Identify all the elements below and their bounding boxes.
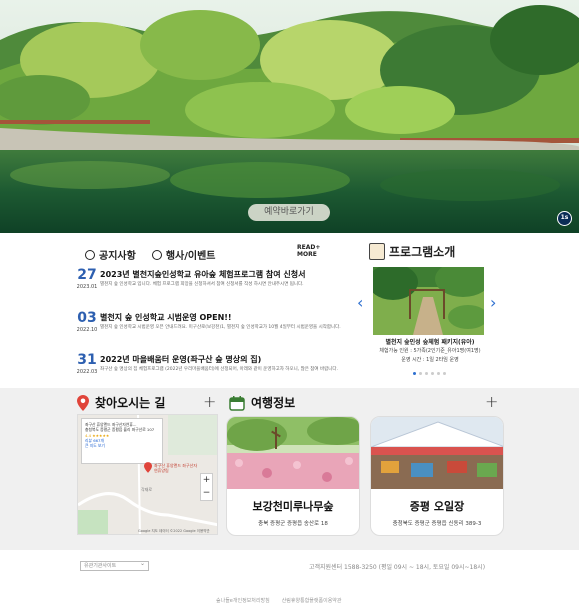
location-map[interactable]: 좌구산 휴양랜드 좌구산자연휴... 충청북도 증평군 증평읍 율리 좌구산로 … [77,414,218,535]
hero-banner: 예약바로가기 1s [0,0,579,233]
program-capacity: 체험가능 인원 : 5가족(2인기준_유아1명(여1명) [379,348,481,354]
tab-notice-label: 공지사항 [99,251,136,262]
terms-link[interactable]: 산림휴양통합플랫폼이용약관 [282,597,342,604]
hero-landscape-image [0,0,579,233]
news-title: 2022년 마을배움터 운영(좌구산 숲 명상의 집) [100,355,262,364]
map-place-address: 충청북도 증평군 증평읍 율리 좌구산로 107 [85,427,155,433]
footer-links: 숲나들e개인정보처리방침 산림휴양통합플랫폼이용약관 [216,597,342,604]
reservation-button[interactable]: 예약바로가기 [248,204,330,221]
map-zoom-control[interactable]: + − [200,473,213,501]
travel-card-address: 충북 증평군 증평읍 송산로 18 [258,521,328,527]
travel-card-title: 보강천미루나무숲 [252,500,334,513]
slide-dots [413,372,446,375]
travel-card-photo [371,417,503,489]
location-pin-icon [77,394,89,411]
news-day: 31 [77,352,97,368]
map-larger-link[interactable]: 큰 지도 보기 [85,443,159,448]
travel-card-title: 증평 오일장 [409,500,465,513]
prev-arrow-icon[interactable]: ‹ [357,293,363,312]
customer-center-info: 고객지원센터 1588-3250 (평일 09시 ~ 18시, 토요일 09시~… [309,564,486,571]
next-arrow-icon[interactable]: › [490,293,496,312]
circle-icon [151,249,162,260]
travel-card-photo [227,417,359,489]
travel-heading-label: 여행정보 [251,396,296,410]
travel-card[interactable]: 보강천미루나무숲 충북 증평군 증평읍 송산로 18 [226,416,360,536]
tab-events[interactable]: 행사/이벤트 [151,247,216,262]
directions-heading-label: 찾아오시는 길 [95,396,166,410]
travel-heading: 여행정보 [229,394,295,411]
map-info-card: 좌구산 휴양랜드 좌구산자연휴... 충청북도 증평군 증평읍 율리 좌구산로 … [81,418,163,464]
news-desc: 별천지 숲 인성학교 입니다. 체험 프로그램 희망을 신청하셔서 참여 신청서… [100,282,304,287]
map-marker-icon[interactable] [144,462,152,473]
slide-dot[interactable] [431,372,434,375]
footer: 유관기관사이트 고객지원센터 1588-3250 (평일 09시 ~ 18시, … [0,550,579,608]
read-more-line2: MORE [297,251,317,258]
travel-card[interactable]: 증평 오일장 충청북도 증평군 증평읍 신동리 389-3 [370,416,504,536]
news-section: 공지사항 행사/이벤트 READ+ MORE 27 2023.01 2023년 … [0,233,579,388]
slide-dot[interactable] [413,372,416,375]
map-marker-label: 좌구산 휴양랜드 좌구산자연휴양림 [154,463,198,473]
slide-dot[interactable] [419,372,422,375]
news-date: 2022.03 [76,369,98,375]
slide-dot[interactable] [425,372,428,375]
tab-notice[interactable]: 공지사항 [85,247,136,262]
travel-card-image [371,417,503,489]
read-more-link[interactable]: READ+ MORE [297,244,321,258]
news-desc: 좌구산 숲 명상의 집 체험프로그램 (2022년 우리마을배움터)에 선정되어… [100,367,338,372]
map-road-label: 각재로 [141,487,153,492]
news-date: 2023.01 [76,284,98,290]
program-photo-image [373,267,484,335]
news-tabs: 공지사항 행사/이벤트 [85,247,215,262]
tab-events-label: 행사/이벤트 [165,251,216,262]
slide-dot[interactable] [443,372,446,375]
news-title: 2023년 별천지숲인성학교 유아숲 체험프로그램 참여 신청서 [100,270,306,279]
directions-more-icon[interactable]: + [203,392,216,411]
map-credit: Google 지도 데이터 ©2022 Google 이용약관 [138,529,210,533]
news-day: 27 [77,267,97,283]
calendar-icon [229,395,245,411]
check-circle-icon [85,249,95,260]
privacy-policy-link[interactable]: 숲나들e개인정보처리방침 [216,597,270,604]
news-desc: 별천지 숲 인성학교 시범운영 오픈 안내드려요. 미구산로(보강천)1, 별천… [100,325,341,330]
slide-pause-button[interactable]: 1s [557,211,572,226]
slide-dot[interactable] [437,372,440,375]
info-band: 찾아오시는 길 + 좌구산 휴양랜드 좌구산자연휴... 충청북도 증평군 증평… [0,388,579,550]
travel-card-image [227,417,359,489]
program-heading: 프로그램소개 [369,243,455,260]
clipboard-icon [369,243,385,260]
travel-card-address: 충청북도 증평군 증평읍 신동리 389-3 [392,521,482,527]
read-more-line1: READ+ [297,244,321,251]
news-date: 2022.10 [76,327,98,333]
news-day: 03 [77,310,97,326]
program-heading-label: 프로그램소개 [389,245,456,259]
program-time: 운영 시간 : 1일 2타임 운영 [401,357,459,363]
news-title: 별천지 숲 인성학교 시범운영 OPEN!! [100,313,232,322]
program-title: 별천지 숲인성 숲체험 패키지(유아) [385,339,475,346]
directions-heading: 찾아오시는 길 [77,394,165,411]
travel-more-icon[interactable]: + [485,392,498,411]
related-sites-select[interactable]: 유관기관사이트 [80,560,149,571]
program-photo[interactable] [373,267,484,335]
